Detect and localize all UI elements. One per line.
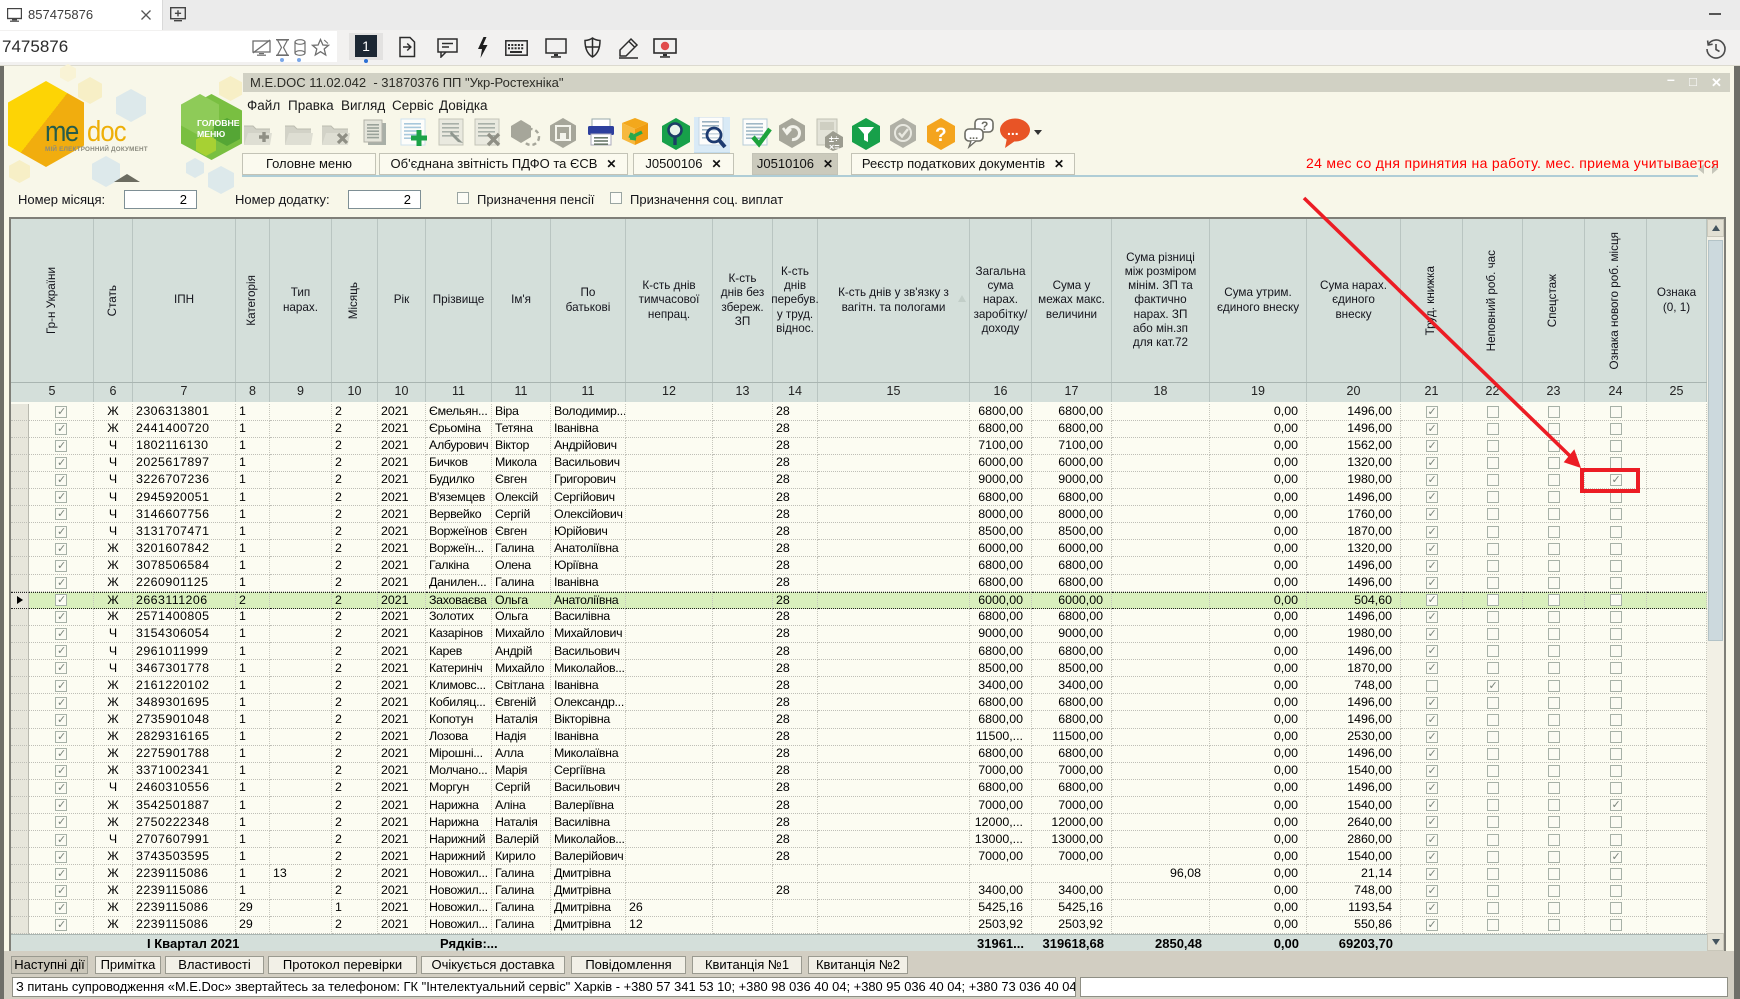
svg-text:...: ... [969, 130, 978, 142]
svg-text:×=: ×= [829, 142, 840, 152]
svg-text:...: ... [1007, 122, 1019, 138]
svg-text:?: ? [935, 125, 947, 146]
